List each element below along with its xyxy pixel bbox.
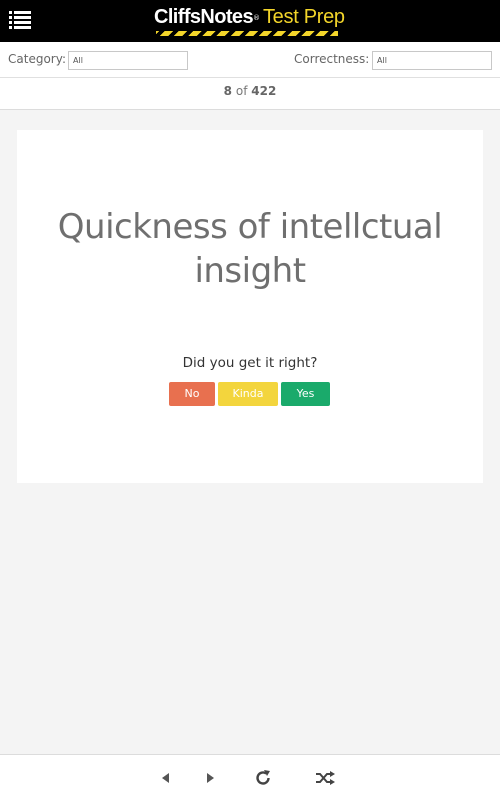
brand-wordmark: CliffsNotes® Test Prep bbox=[154, 5, 345, 30]
previous-icon bbox=[162, 773, 169, 783]
category-select-value: All bbox=[73, 56, 83, 65]
shuffle-icon bbox=[316, 771, 335, 785]
flashcard[interactable]: Quickness of intellctual insight Did you… bbox=[17, 130, 483, 483]
app-header: CliffsNotes® Test Prep bbox=[0, 0, 500, 42]
answer-prompt: Did you get it right? bbox=[182, 355, 318, 371]
no-button[interactable]: No bbox=[169, 382, 215, 406]
previous-button[interactable] bbox=[155, 768, 177, 788]
brand-registered-mark: ® bbox=[252, 14, 260, 22]
next-icon bbox=[207, 773, 214, 783]
category-select[interactable]: All bbox=[68, 51, 188, 70]
counter-total: 422 bbox=[251, 84, 277, 98]
counter-current: 8 bbox=[223, 84, 233, 98]
menu-button[interactable] bbox=[9, 10, 31, 30]
reload-button[interactable] bbox=[252, 768, 274, 788]
correctness-label: Correctness: bbox=[294, 52, 370, 66]
filter-bar: Category: All Correctness: All bbox=[0, 42, 500, 78]
brand-logo: CliffsNotes® Test Prep bbox=[154, 5, 345, 37]
counter-of: of bbox=[235, 84, 248, 98]
flashcard-text: Quickness of intellctual insight bbox=[57, 207, 443, 291]
correctness-select[interactable]: All bbox=[372, 51, 492, 70]
brand-sub-text: Test Prep bbox=[262, 6, 345, 28]
yes-button[interactable]: Yes bbox=[281, 382, 330, 406]
reload-icon bbox=[256, 770, 270, 785]
brand-hazard-stripe bbox=[156, 31, 338, 36]
kinda-button[interactable]: Kinda bbox=[218, 382, 278, 406]
menu-list-icon bbox=[9, 11, 31, 29]
next-button[interactable] bbox=[199, 768, 221, 788]
correctness-select-value: All bbox=[377, 56, 387, 65]
progress-counter: 8 of 422 bbox=[0, 78, 500, 110]
category-label: Category: bbox=[8, 52, 66, 66]
bottom-nav-bar bbox=[0, 754, 500, 800]
shuffle-button[interactable] bbox=[314, 768, 336, 788]
brand-main-text: CliffsNotes bbox=[154, 6, 254, 28]
